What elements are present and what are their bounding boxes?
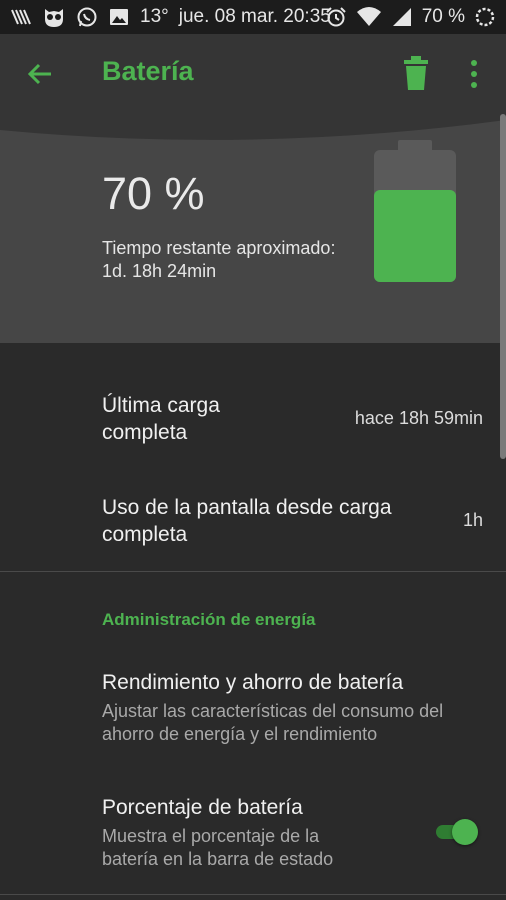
last-full-charge-value: hace 18h 59min: [354, 408, 483, 428]
screen-usage-label: Uso de la pantalla desde carga completa: [102, 494, 392, 548]
setting-subtitle-line2: ahorro de energía y el rendimiento: [102, 724, 378, 744]
last-full-charge-label: Última carga completa: [102, 392, 220, 446]
battery-percent-large: 70 %: [102, 168, 205, 219]
divider: [0, 894, 506, 895]
setting-subtitle-line1: Muestra el porcentaje de la: [102, 826, 320, 846]
section-header-power-management: Administración de energía: [102, 610, 316, 629]
status-date-time: jue. 08 mar. 20:35: [178, 6, 331, 27]
battery-level-icon: [374, 140, 456, 282]
battery-percentage-toggle[interactable]: [432, 817, 480, 847]
remaining-time-label: Tiempo restante aproximado:: [102, 238, 336, 258]
app-toolbar: Batería: [0, 34, 506, 114]
screen-usage-line2: completa: [102, 523, 188, 546]
remaining-time-value: 1d. 18h 24min: [102, 261, 217, 281]
setting-subtitle-line1: Ajustar las características del consumo …: [102, 701, 444, 721]
alarm-icon: [325, 7, 346, 27]
toggle-thumb: [452, 819, 478, 845]
weather-temp: 13°: [140, 6, 169, 27]
scrollbar[interactable]: [500, 114, 506, 459]
status-battery-percent: 70 %: [421, 6, 465, 27]
status-right: 70 %: [325, 5, 496, 29]
more-options-icon[interactable]: [466, 58, 482, 90]
cell-signal-icon: [392, 8, 411, 26]
wifi-icon: [356, 7, 381, 26]
last-full-charge-line1: Última carga: [102, 394, 220, 417]
image-icon: [110, 9, 128, 25]
divider: [0, 571, 506, 572]
status-bar: 13° jue. 08 mar. 20:35 70 %: [0, 0, 506, 34]
screen-usage-line1: Uso de la pantalla desde carga: [102, 496, 392, 519]
screen-usage-value: 1h: [462, 510, 483, 530]
setting-title: Porcentaje de batería: [102, 796, 303, 819]
setting-subtitle-line2: batería en la barra de estado: [102, 849, 334, 869]
page-title: Batería: [102, 56, 194, 86]
whatsapp-icon: [77, 7, 97, 27]
status-left: 13° jue. 08 mar. 20:35: [10, 5, 331, 29]
owl-icon: [45, 9, 63, 27]
battery-fill: [374, 190, 456, 282]
battery-summary-card: 70 % Tiempo restante aproximado: 1d. 18h…: [0, 114, 506, 343]
last-full-charge-line2: completa: [102, 421, 188, 444]
back-arrow-icon[interactable]: [24, 58, 56, 90]
battery-ring-icon: [475, 7, 495, 27]
signal-slashes-icon: [11, 9, 31, 25]
setting-title: Rendimiento y ahorro de batería: [102, 671, 404, 694]
delete-icon[interactable]: [402, 56, 430, 90]
